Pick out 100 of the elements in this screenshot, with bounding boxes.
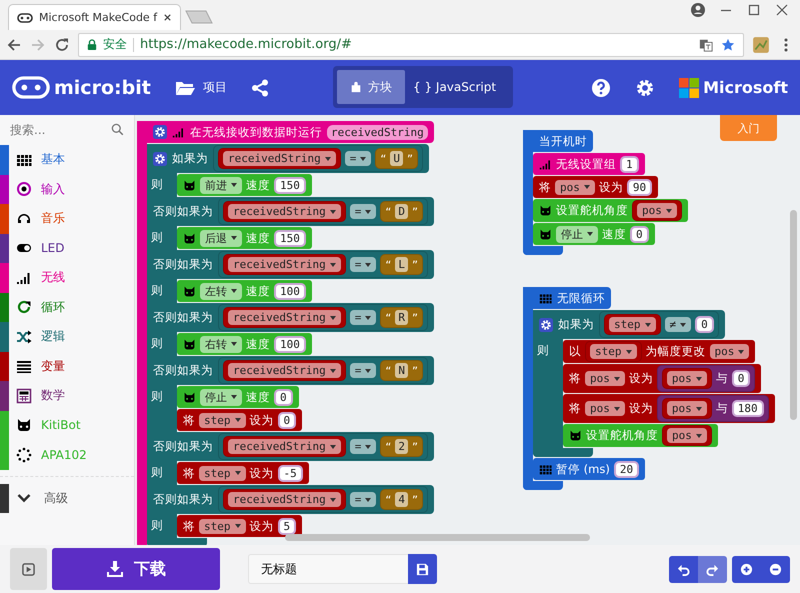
dropdown-field[interactable]: receivedString xyxy=(228,363,341,378)
download-button[interactable]: 下载 xyxy=(52,548,220,590)
dropdown-field[interactable]: 后退 xyxy=(200,230,242,246)
star-icon[interactable] xyxy=(721,38,735,52)
reporter-block[interactable]: receivedString = “ 2 ” xyxy=(218,433,428,460)
redo-button[interactable] xyxy=(698,556,727,582)
number-field[interactable]: 0 xyxy=(695,316,714,333)
projects-button[interactable]: 项目 xyxy=(172,75,229,100)
reporter-block[interactable]: “ L ” xyxy=(380,254,423,275)
number-field[interactable]: 1 xyxy=(620,156,639,172)
number-field[interactable]: 150 xyxy=(274,176,306,194)
reporter-block[interactable]: “ N ” xyxy=(380,360,423,381)
reporter-block[interactable]: receivedString xyxy=(223,307,346,328)
reporter-block[interactable]: “ 2 ” xyxy=(380,436,423,457)
text-field[interactable]: R xyxy=(395,310,408,325)
zoom-in-button[interactable] xyxy=(732,556,761,582)
reporter-block[interactable]: step xyxy=(585,341,642,362)
dropdown-field[interactable]: = xyxy=(350,439,376,454)
category-item[interactable]: 音乐 xyxy=(41,210,65,228)
code-block[interactable]: 左转 速度 100 xyxy=(177,280,312,302)
text-field[interactable]: U xyxy=(390,151,403,166)
reporter-block[interactable]: step ≠ 0 xyxy=(599,311,719,338)
text-field[interactable]: 4 xyxy=(395,492,408,507)
number-field[interactable]: 5 xyxy=(278,518,296,534)
code-block[interactable]: 无线设置组 1 xyxy=(533,153,645,175)
reporter-block[interactable]: receivedString = “ N ” xyxy=(218,357,428,384)
text-field[interactable]: 2 xyxy=(395,439,408,454)
reporter-block[interactable]: “ U ” xyxy=(375,148,418,169)
account-icon[interactable] xyxy=(690,2,706,18)
category-item[interactable]: 输入 xyxy=(41,180,65,198)
back-icon[interactable] xyxy=(6,36,22,52)
number-field[interactable]: 150 xyxy=(274,230,306,246)
dropdown-field[interactable]: step xyxy=(199,412,246,428)
dropdown-field[interactable]: receivedString xyxy=(228,492,341,507)
number-field[interactable]: -5 xyxy=(278,464,303,482)
dropdown-field[interactable]: pos xyxy=(637,203,677,218)
dropdown-field[interactable]: ≠ xyxy=(664,317,692,332)
reporter-block[interactable]: “ 4 ” xyxy=(380,489,423,510)
save-button[interactable] xyxy=(408,554,437,584)
reporter-block[interactable]: receivedString xyxy=(223,254,346,275)
dropdown-field[interactable]: = xyxy=(350,492,376,507)
gear-icon[interactable] xyxy=(153,152,167,166)
simulator-button[interactable] xyxy=(10,548,47,590)
help-icon[interactable] xyxy=(591,78,612,98)
dropdown-field[interactable]: 停止 xyxy=(556,226,598,242)
event-block[interactable]: 当开机时 无线设置组 1 将 pos 设为 90 设置舵机角度 pos 停止 速度 0 xyxy=(523,130,688,255)
reporter-block[interactable]: receivedString xyxy=(223,201,346,222)
dropdown-field[interactable]: step xyxy=(590,344,636,359)
reporter-block[interactable]: pos 与 180 xyxy=(656,395,769,422)
reporter-block[interactable]: receivedString = “ L ” xyxy=(218,251,428,278)
text-field[interactable]: N xyxy=(395,363,408,378)
code-block[interactable]: 将 step 设为 -5 xyxy=(177,462,309,484)
code-block[interactable]: 停止 速度 0 xyxy=(177,386,299,408)
number-field[interactable]: 100 xyxy=(274,336,306,352)
code-block[interactable]: 以 step 为幅度更改 pos xyxy=(563,340,756,363)
translate-icon[interactable] xyxy=(699,38,713,52)
scrollbar[interactable] xyxy=(285,534,590,541)
reporter-block[interactable]: receivedString xyxy=(223,436,346,457)
code-block[interactable]: 停止 速度 0 xyxy=(533,223,655,245)
dropdown-field[interactable]: pos xyxy=(710,344,750,359)
reporter-block[interactable]: receivedString xyxy=(223,489,346,510)
reporter-block[interactable]: receivedString xyxy=(223,360,346,381)
code-block[interactable]: 将 step 设为 5 xyxy=(177,515,302,537)
address-bar[interactable]: 安全 https://makecode.microbit.org/# xyxy=(78,32,744,56)
parameter-label[interactable]: receivedString xyxy=(327,124,428,140)
reporter-block[interactable]: pos xyxy=(662,368,712,389)
project-name-field[interactable]: 无标题 xyxy=(248,554,408,584)
settings-icon[interactable] xyxy=(635,78,656,98)
reporter-block[interactable]: receivedString = “ D ” xyxy=(218,198,428,225)
dropdown-field[interactable]: 左转 xyxy=(200,282,242,300)
number-field[interactable]: 0 xyxy=(274,388,293,406)
code-block[interactable]: 设置舵机角度 pos xyxy=(533,199,688,222)
dropdown-field[interactable]: = xyxy=(350,204,376,219)
dropdown-field[interactable]: receivedString xyxy=(223,151,336,166)
dropdown-field[interactable]: step xyxy=(199,518,246,534)
dropdown-field[interactable]: 停止 xyxy=(200,388,242,406)
number-field[interactable]: 100 xyxy=(274,282,306,300)
category-item[interactable]: 循环 xyxy=(41,298,65,316)
maximize-icon[interactable] xyxy=(746,2,762,18)
code-block[interactable]: 将 step 设为 0 xyxy=(177,409,302,431)
category-item[interactable]: 高级 xyxy=(44,490,68,507)
browser-tab[interactable]: Microsoft MakeCode f xyxy=(8,4,182,30)
code-block[interactable]: 后退 速度 150 xyxy=(177,227,312,249)
dropdown-field[interactable]: 右转 xyxy=(200,336,242,352)
dropdown-field[interactable]: step xyxy=(609,317,656,332)
number-field[interactable]: 180 xyxy=(732,400,764,417)
number-field[interactable]: 90 xyxy=(626,178,652,196)
extension-icon[interactable] xyxy=(752,36,770,54)
category-item[interactable]: 变量 xyxy=(41,358,65,375)
number-field[interactable]: 0 xyxy=(278,412,296,428)
close-icon[interactable] xyxy=(163,13,172,22)
reporter-block[interactable]: “ D ” xyxy=(380,201,423,222)
category-item[interactable]: LED xyxy=(41,241,65,256)
share-icon[interactable] xyxy=(250,78,269,96)
dropdown-field[interactable]: pos xyxy=(555,180,595,194)
reload-icon[interactable] xyxy=(54,36,70,52)
dropdown-field[interactable]: pos xyxy=(585,371,625,386)
number-field[interactable]: 0 xyxy=(732,370,750,387)
zoom-out-button[interactable] xyxy=(761,556,790,582)
reporter-block[interactable]: receivedString xyxy=(218,148,341,169)
